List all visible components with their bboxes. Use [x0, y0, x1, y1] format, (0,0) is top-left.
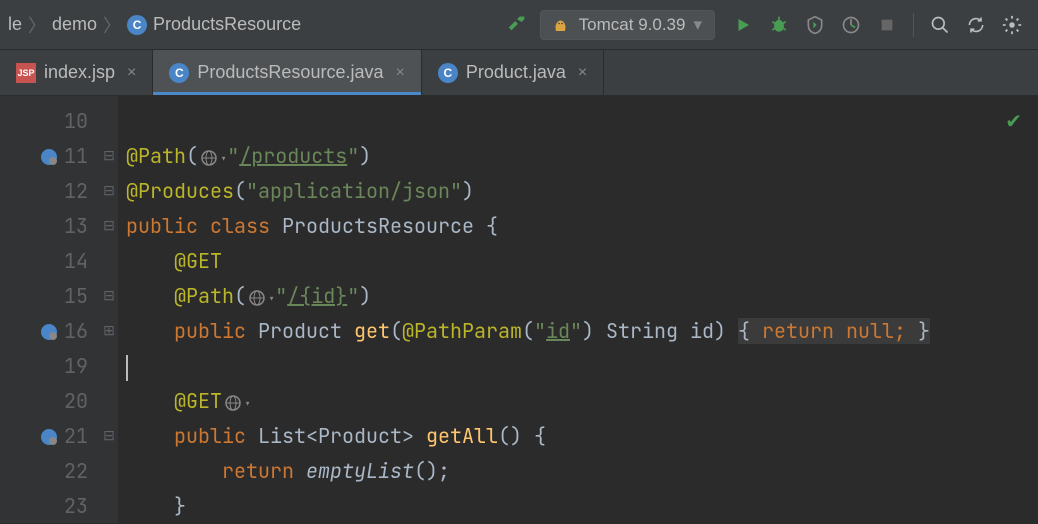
search-button[interactable] [924, 9, 956, 41]
url-path[interactable]: /{id} [287, 283, 347, 309]
line-number: 14 [64, 244, 88, 279]
line-number: 16 [64, 314, 88, 349]
analysis-ok-icon[interactable]: ✔ [1005, 104, 1022, 139]
tab-label: ProductsResource.java [197, 62, 383, 83]
line-number: 13 [64, 209, 88, 244]
line-number: 23 [64, 489, 88, 524]
class-icon: C [169, 63, 189, 83]
close-icon[interactable]: × [578, 64, 587, 82]
line-gutter: 10 11 12 13 14 15 16 19 20 21 22 23 [0, 96, 100, 523]
endpoint-icon[interactable] [40, 428, 58, 446]
chevron-right-icon: 〉 [28, 12, 46, 38]
tab-label: index.jsp [44, 62, 115, 83]
close-icon[interactable]: × [127, 64, 136, 82]
annotation: @Produces [126, 178, 234, 204]
debug-button[interactable] [763, 9, 795, 41]
tab-index-jsp[interactable]: JSP index.jsp × [0, 50, 153, 95]
class-icon: C [127, 15, 147, 35]
profile-button[interactable] [835, 9, 867, 41]
line-number: 15 [64, 279, 88, 314]
method-name: getAll [426, 423, 498, 449]
sync-button[interactable] [960, 9, 992, 41]
url-path[interactable]: /products [239, 143, 347, 169]
line-number: 22 [64, 454, 88, 489]
breadcrumb-item[interactable]: le [8, 14, 22, 35]
endpoint-icon[interactable] [40, 323, 58, 341]
line-number: 21 [64, 419, 88, 454]
fold-toggle[interactable]: ⊟ [100, 174, 118, 209]
chevron-right-icon: 〉 [103, 12, 121, 38]
toolbar-divider [913, 13, 914, 37]
fold-gutter: ⊟ ⊟ ⊟ ⊟ ⊞ ⊟ [100, 96, 118, 523]
close-icon[interactable]: × [395, 64, 404, 82]
run-config-label: Tomcat 9.0.39 [579, 15, 686, 35]
line-number: 20 [64, 384, 88, 419]
breadcrumb[interactable]: le 〉 demo 〉 C ProductsResource [8, 12, 301, 38]
globe-icon[interactable] [248, 289, 266, 307]
coverage-button[interactable] [799, 9, 831, 41]
settings-button[interactable] [996, 9, 1028, 41]
annotation: @GET [174, 388, 222, 414]
annotation: @Path [174, 283, 234, 309]
line-number: 12 [64, 174, 88, 209]
line-number: 10 [64, 104, 88, 139]
breadcrumb-item[interactable]: ProductsResource [153, 14, 301, 35]
code-editor[interactable]: 10 11 12 13 14 15 16 19 20 21 22 23 ⊟ ⊟ … [0, 96, 1038, 523]
code-content[interactable]: ✔ @Path(▾"/products") @Produces("applica… [118, 96, 1038, 523]
class-name: ProductsResource [282, 213, 474, 239]
class-icon: C [438, 63, 458, 83]
breadcrumb-item[interactable]: demo [52, 14, 97, 35]
fold-toggle[interactable]: ⊟ [100, 419, 118, 454]
chevron-down-icon[interactable]: ▾ [244, 396, 251, 412]
tab-product[interactable]: C Product.java × [422, 50, 604, 95]
endpoint-icon[interactable] [40, 148, 58, 166]
fold-toggle[interactable]: ⊟ [100, 139, 118, 174]
method-name: get [354, 318, 390, 344]
tomcat-icon [553, 16, 571, 34]
line-number: 11 [64, 139, 88, 174]
annotation: @Path [126, 143, 186, 169]
text-caret [126, 355, 128, 381]
editor-tabs: JSP index.jsp × C ProductsResource.java … [0, 50, 1038, 96]
globe-icon[interactable] [224, 394, 242, 412]
fold-toggle[interactable]: ⊞ [100, 314, 118, 349]
globe-icon[interactable] [200, 149, 218, 167]
main-toolbar: le 〉 demo 〉 C ProductsResource Tomcat 9.… [0, 0, 1038, 50]
stop-button[interactable] [871, 9, 903, 41]
annotation: @GET [174, 248, 222, 274]
fold-toggle[interactable]: ⊟ [100, 209, 118, 244]
run-button[interactable] [727, 9, 759, 41]
fold-toggle[interactable]: ⊟ [100, 279, 118, 314]
jsp-icon: JSP [16, 63, 36, 83]
chevron-down-icon: ▾ [693, 15, 702, 35]
folded-body[interactable]: { return null; } [738, 318, 930, 344]
run-config-selector[interactable]: Tomcat 9.0.39 ▾ [540, 10, 715, 40]
build-icon[interactable] [506, 11, 528, 38]
line-number: 19 [64, 349, 88, 384]
tab-label: Product.java [466, 62, 566, 83]
tab-products-resource[interactable]: C ProductsResource.java × [153, 50, 421, 95]
